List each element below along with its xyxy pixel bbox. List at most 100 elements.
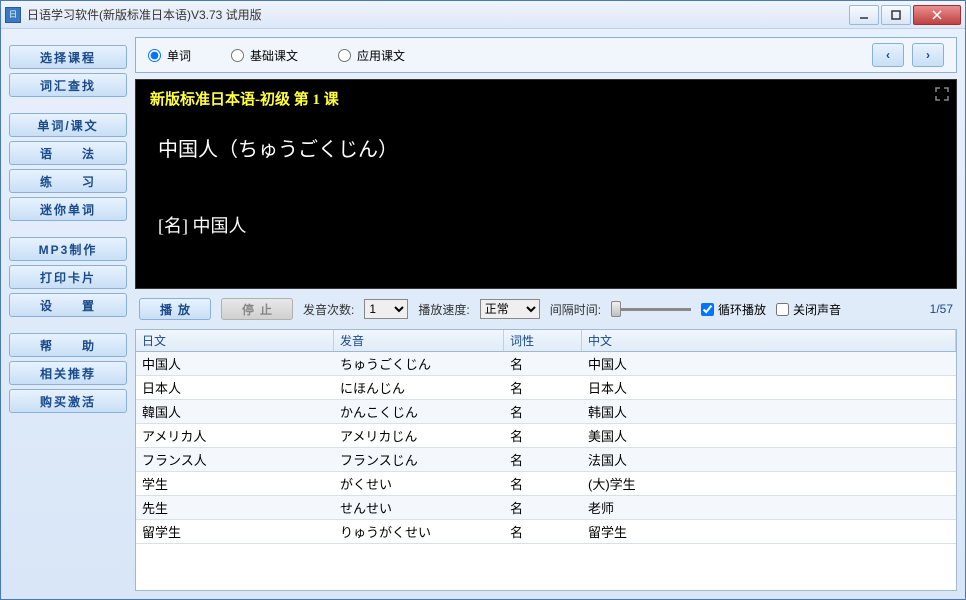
speed-select[interactable]: 正常 — [480, 299, 540, 319]
minimize-button[interactable] — [849, 5, 879, 25]
sidebar-button[interactable]: 单词/课文 — [9, 113, 127, 137]
speed-label: 播放速度: — [418, 301, 469, 318]
next-button[interactable]: › — [912, 43, 944, 67]
sidebar-group: 帮 助相关推荐购买激活 — [9, 333, 127, 413]
table-row[interactable]: 先生せんせい名老师 — [136, 496, 956, 520]
display-panel: 新版标准日本语-初级 第 1 课 中国人（ちゅうごくじん） [名] 中国人 — [135, 79, 957, 289]
cell-pos: 名 — [504, 376, 582, 399]
header-japanese[interactable]: 日文 — [136, 330, 334, 351]
sidebar-button[interactable]: 选择课程 — [9, 45, 127, 69]
sidebar-button[interactable]: 词汇查找 — [9, 73, 127, 97]
cell-cn: 美国人 — [582, 424, 956, 447]
table-row[interactable]: 学生がくせい名(大)学生 — [136, 472, 956, 496]
maximize-button[interactable] — [881, 5, 911, 25]
cell-pron: アメリカじん — [334, 424, 504, 447]
titlebar: 日 日语学习软件(新版标准日本语)V3.73 试用版 — [1, 1, 965, 29]
loop-checkbox[interactable]: 循环播放 — [701, 301, 766, 318]
sidebar-button[interactable]: 打印卡片 — [9, 265, 127, 289]
sidebar-button[interactable]: 相关推荐 — [9, 361, 127, 385]
mode-radio[interactable]: 单词 — [148, 47, 191, 64]
fullscreen-icon[interactable] — [934, 86, 950, 102]
mute-checkbox[interactable]: 关闭声音 — [776, 301, 841, 318]
cell-pron: かんこくじん — [334, 400, 504, 423]
table-row[interactable]: 留学生りゅうがくせい名留学生 — [136, 520, 956, 544]
header-pronunciation[interactable]: 发音 — [334, 330, 504, 351]
window-title: 日语学习软件(新版标准日本语)V3.73 试用版 — [27, 6, 849, 23]
cell-pos: 名 — [504, 448, 582, 471]
close-button[interactable] — [913, 5, 961, 25]
cell-cn: 法国人 — [582, 448, 956, 471]
sidebar-button[interactable]: 购买激活 — [9, 389, 127, 413]
cell-pron: せんせい — [334, 496, 504, 519]
sidebar: 选择课程词汇查找单词/课文语 法练 习迷你单词 MP3制作打印卡片设 置帮 助相关… — [9, 37, 127, 591]
lesson-title: 新版标准日本语-初级 第 1 课 — [150, 88, 942, 109]
sidebar-button[interactable]: MP3制作 — [9, 237, 127, 261]
cell-jp: アメリカ人 — [136, 424, 334, 447]
cell-pron: フランスじん — [334, 448, 504, 471]
cell-pos: 名 — [504, 520, 582, 543]
header-pos[interactable]: 词性 — [504, 330, 582, 351]
table-row[interactable]: 中国人ちゅうごくじん名中国人 — [136, 352, 956, 376]
cell-cn: 中国人 — [582, 352, 956, 375]
cell-jp: フランス人 — [136, 448, 334, 471]
table-header: 日文 发音 词性 中文 — [136, 330, 956, 352]
count-select[interactable]: 1 — [364, 299, 408, 319]
cell-cn: 留学生 — [582, 520, 956, 543]
cell-jp: 学生 — [136, 472, 334, 495]
meaning-display: [名] 中国人 — [158, 212, 942, 238]
cell-jp: 先生 — [136, 496, 334, 519]
cell-pos: 名 — [504, 424, 582, 447]
header-chinese[interactable]: 中文 — [582, 330, 956, 351]
cell-pron: にほんじん — [334, 376, 504, 399]
sidebar-group: MP3制作打印卡片设 置 — [9, 237, 127, 317]
mode-radio-group: 单词 基础课文 应用课文 — [148, 47, 864, 64]
table-body[interactable]: 中国人ちゅうごくじん名中国人日本人にほんじん名日本人韓国人かんこくじん名韩国人ア… — [136, 352, 956, 590]
app-icon: 日 — [5, 7, 21, 23]
cell-pron: がくせい — [334, 472, 504, 495]
cell-cn: 韩国人 — [582, 400, 956, 423]
main-content: 单词 基础课文 应用课文 ‹ › 新版标准日本语-初级 第 1 课 中国人（ちゅうご… — [135, 37, 957, 591]
cell-pron: ちゅうごくじん — [334, 352, 504, 375]
sidebar-button[interactable]: 练 习 — [9, 169, 127, 193]
interval-slider[interactable] — [611, 301, 691, 317]
table-row[interactable]: 韓国人かんこくじん名韩国人 — [136, 400, 956, 424]
cell-pos: 名 — [504, 352, 582, 375]
playback-controls: 播放 停止 发音次数: 1 播放速度: 正常 间隔时间: 循环播放 关闭声音 1… — [135, 295, 957, 323]
app-body: 选择课程词汇查找单词/课文语 法练 习迷你单词 MP3制作打印卡片设 置帮 助相关… — [1, 29, 965, 599]
slider-thumb[interactable] — [611, 301, 621, 317]
cell-jp: 韓国人 — [136, 400, 334, 423]
interval-label: 间隔时间: — [550, 301, 601, 318]
cell-jp: 中国人 — [136, 352, 334, 375]
word-display: 中国人（ちゅうごくじん） — [158, 133, 942, 162]
cell-pos: 名 — [504, 400, 582, 423]
cell-pos: 名 — [504, 496, 582, 519]
mode-radio[interactable]: 应用课文 — [338, 47, 405, 64]
table-row[interactable]: 日本人にほんじん名日本人 — [136, 376, 956, 400]
table-row[interactable]: フランス人フランスじん名法国人 — [136, 448, 956, 472]
stop-button[interactable]: 停止 — [221, 298, 293, 320]
cell-cn: 日本人 — [582, 376, 956, 399]
table-row[interactable]: アメリカ人アメリカじん名美国人 — [136, 424, 956, 448]
sidebar-group: 单词/课文语 法练 习迷你单词 — [9, 113, 127, 221]
cell-cn: (大)学生 — [582, 472, 956, 495]
sidebar-button[interactable]: 帮 助 — [9, 333, 127, 357]
sidebar-button[interactable]: 迷你单词 — [9, 197, 127, 221]
mode-toolbar: 单词 基础课文 应用课文 ‹ › — [135, 37, 957, 73]
cell-cn: 老师 — [582, 496, 956, 519]
window-controls — [849, 5, 961, 25]
prev-button[interactable]: ‹ — [872, 43, 904, 67]
mode-radio[interactable]: 基础课文 — [231, 47, 298, 64]
sidebar-group: 选择课程词汇查找 — [9, 45, 127, 97]
sidebar-button[interactable]: 语 法 — [9, 141, 127, 165]
cell-jp: 留学生 — [136, 520, 334, 543]
cell-jp: 日本人 — [136, 376, 334, 399]
cell-pos: 名 — [504, 472, 582, 495]
app-window: 日 日语学习软件(新版标准日本语)V3.73 试用版 选择课程词汇查找单词/课文… — [0, 0, 966, 600]
play-button[interactable]: 播放 — [139, 298, 211, 320]
cell-pron: りゅうがくせい — [334, 520, 504, 543]
count-label: 发音次数: — [303, 301, 354, 318]
slider-track — [611, 308, 691, 311]
word-table: 日文 发音 词性 中文 中国人ちゅうごくじん名中国人日本人にほんじん名日本人韓国… — [135, 329, 957, 591]
sidebar-button[interactable]: 设 置 — [9, 293, 127, 317]
position-counter: 1/57 — [930, 302, 953, 316]
